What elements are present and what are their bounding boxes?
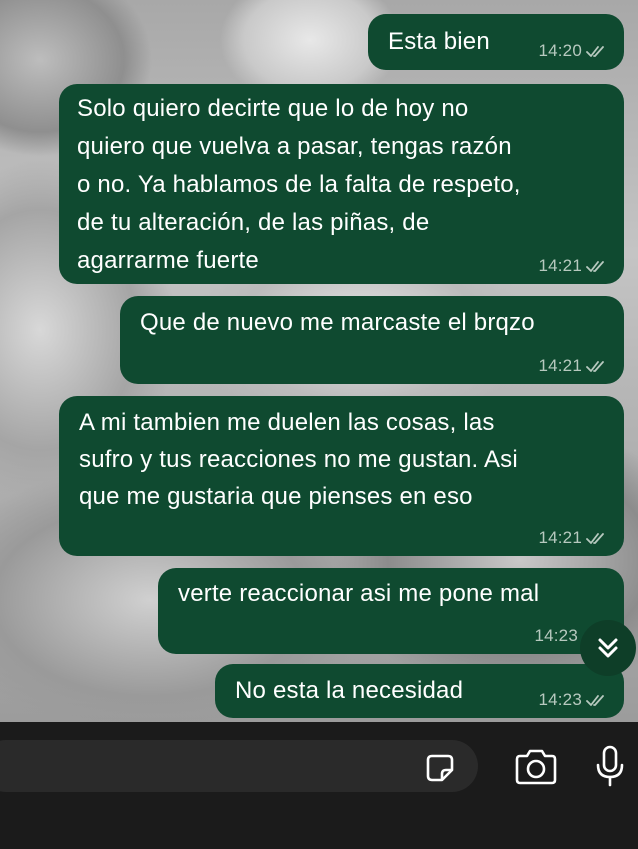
double-check-icon	[586, 261, 604, 272]
message-text: Esta bien	[388, 28, 490, 55]
double-check-icon	[586, 533, 604, 544]
message-time: 14:21	[538, 528, 582, 547]
message-meta: 14:23	[538, 690, 608, 710]
message-meta: 14:23	[534, 626, 578, 646]
message-time: 14:23	[534, 626, 578, 645]
camera-button[interactable]	[510, 744, 562, 790]
message-time: 14:20	[538, 41, 582, 60]
message-time: 14:21	[538, 356, 582, 375]
message-bubble[interactable]: No esta la necesidad 14:23	[215, 664, 624, 718]
microphone-button[interactable]	[588, 740, 632, 792]
message-text: Que de nuevo me marcaste el brqzo	[140, 309, 535, 336]
message-meta: 14:20	[538, 41, 608, 61]
message-meta: 14:21	[538, 356, 608, 376]
message-bubble[interactable]: verte reaccionar asi me pone mal 14:23	[158, 568, 624, 654]
microphone-icon	[596, 745, 624, 787]
message-bubble[interactable]: Que de nuevo me marcaste el brqzo 14:21	[120, 296, 624, 384]
message-text: verte reaccionar asi me pone mal	[178, 580, 540, 607]
double-check-icon	[586, 695, 604, 706]
camera-icon	[515, 749, 557, 785]
message-time: 14:21	[538, 256, 582, 275]
message-bubble[interactable]: Solo quiero decirte que lo de hoy no qui…	[59, 84, 624, 284]
message-bubble[interactable]: Esta bien 14:20	[368, 14, 624, 70]
message-meta: 14:21	[538, 528, 608, 548]
message-text: A mi tambien me duelen las cosas, las su…	[79, 409, 518, 510]
message-time: 14:23	[538, 690, 582, 709]
message-text: Solo quiero decirte que lo de hoy no qui…	[77, 95, 521, 274]
message-bubble[interactable]: A mi tambien me duelen las cosas, las su…	[59, 396, 624, 556]
double-check-icon	[586, 361, 604, 372]
message-meta: 14:21	[538, 256, 608, 276]
message-text: No esta la necesidad	[235, 677, 464, 704]
double-check-icon	[586, 46, 604, 57]
double-chevron-down-icon	[598, 638, 618, 658]
sticker-icon	[426, 754, 454, 782]
message-input[interactable]	[0, 740, 478, 792]
scroll-to-bottom-button[interactable]	[580, 620, 636, 676]
sticker-button[interactable]	[418, 746, 462, 790]
